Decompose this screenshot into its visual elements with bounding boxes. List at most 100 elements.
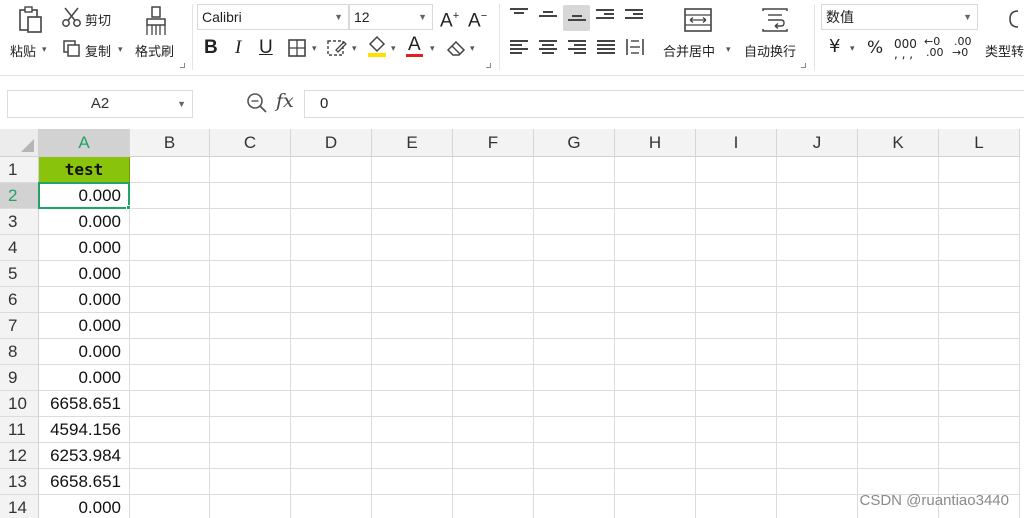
empty-cell[interactable] — [858, 183, 939, 209]
empty-cell[interactable] — [615, 157, 696, 183]
empty-cell[interactable] — [696, 443, 777, 469]
row-header[interactable]: 2 — [0, 183, 39, 209]
empty-cell[interactable] — [777, 261, 858, 287]
empty-cell[interactable] — [939, 183, 1020, 209]
column-header-d[interactable]: D — [291, 129, 372, 157]
row-header[interactable]: 10 — [0, 391, 39, 417]
empty-cell[interactable] — [858, 417, 939, 443]
align-left-icon[interactable] — [510, 40, 528, 56]
data-cell[interactable]: 4594.156 — [39, 417, 130, 443]
empty-cell[interactable] — [372, 157, 453, 183]
row-header[interactable]: 8 — [0, 339, 39, 365]
data-cell[interactable]: 0.000 — [39, 183, 130, 209]
empty-cell[interactable] — [939, 209, 1020, 235]
empty-cell[interactable] — [130, 443, 210, 469]
header-cell[interactable]: test — [39, 157, 130, 183]
empty-cell[interactable] — [615, 391, 696, 417]
data-cell[interactable]: 0.000 — [39, 261, 130, 287]
empty-cell[interactable] — [696, 235, 777, 261]
empty-cell[interactable] — [210, 183, 291, 209]
empty-cell[interactable] — [696, 313, 777, 339]
empty-cell[interactable] — [372, 209, 453, 235]
empty-cell[interactable] — [453, 365, 534, 391]
column-header-j[interactable]: J — [777, 129, 858, 157]
empty-cell[interactable] — [777, 443, 858, 469]
empty-cell[interactable] — [696, 495, 777, 518]
column-header-c[interactable]: C — [210, 129, 291, 157]
empty-cell[interactable] — [939, 157, 1020, 183]
empty-cell[interactable] — [534, 495, 615, 518]
column-header-e[interactable]: E — [372, 129, 453, 157]
bold-button[interactable]: B — [204, 37, 218, 59]
empty-cell[interactable] — [130, 183, 210, 209]
empty-cell[interactable] — [534, 365, 615, 391]
insert-function-button[interactable]: fx — [276, 90, 294, 112]
distributed-align-icon[interactable] — [625, 38, 645, 60]
empty-cell[interactable] — [453, 339, 534, 365]
empty-cell[interactable] — [453, 313, 534, 339]
empty-cell[interactable] — [130, 287, 210, 313]
empty-cell[interactable] — [858, 443, 939, 469]
clipboard-dialog-launcher[interactable] — [180, 63, 185, 68]
empty-cell[interactable] — [453, 495, 534, 518]
empty-cell[interactable] — [939, 417, 1020, 443]
empty-cell[interactable] — [534, 235, 615, 261]
empty-cell[interactable] — [372, 391, 453, 417]
empty-cell[interactable] — [291, 235, 372, 261]
data-cell[interactable]: 0.000 — [39, 287, 130, 313]
column-header-i[interactable]: I — [696, 129, 777, 157]
empty-cell[interactable] — [130, 365, 210, 391]
empty-cell[interactable] — [777, 235, 858, 261]
decrease-font-size-icon[interactable]: A− — [468, 5, 487, 32]
empty-cell[interactable] — [534, 339, 615, 365]
empty-cell[interactable] — [615, 417, 696, 443]
empty-cell[interactable] — [858, 261, 939, 287]
empty-cell[interactable] — [130, 391, 210, 417]
empty-cell[interactable] — [615, 365, 696, 391]
empty-cell[interactable] — [291, 261, 372, 287]
empty-cell[interactable] — [291, 183, 372, 209]
font-dialog-launcher[interactable] — [486, 63, 491, 68]
empty-cell[interactable] — [777, 157, 858, 183]
empty-cell[interactable] — [858, 235, 939, 261]
empty-cell[interactable] — [453, 183, 534, 209]
empty-cell[interactable] — [696, 287, 777, 313]
empty-cell[interactable] — [372, 365, 453, 391]
empty-cell[interactable] — [858, 209, 939, 235]
empty-cell[interactable] — [210, 261, 291, 287]
empty-cell[interactable] — [291, 339, 372, 365]
empty-cell[interactable] — [696, 183, 777, 209]
empty-cell[interactable] — [291, 495, 372, 518]
empty-cell[interactable] — [210, 313, 291, 339]
empty-cell[interactable] — [534, 209, 615, 235]
empty-cell[interactable] — [291, 443, 372, 469]
underline-button[interactable]: U — [259, 37, 273, 59]
data-cell[interactable]: 0.000 — [39, 339, 130, 365]
data-cell[interactable]: 0.000 — [39, 495, 130, 518]
align-center-icon[interactable] — [539, 40, 557, 56]
empty-cell[interactable] — [534, 157, 615, 183]
empty-cell[interactable] — [130, 235, 210, 261]
empty-cell[interactable] — [534, 183, 615, 209]
data-cell[interactable]: 6658.651 — [39, 391, 130, 417]
empty-cell[interactable] — [939, 287, 1020, 313]
empty-cell[interactable] — [534, 287, 615, 313]
row-header[interactable]: 6 — [0, 287, 39, 313]
empty-cell[interactable] — [130, 417, 210, 443]
empty-cell[interactable] — [130, 469, 210, 495]
row-header[interactable]: 12 — [0, 443, 39, 469]
empty-cell[interactable] — [453, 157, 534, 183]
empty-cell[interactable] — [534, 261, 615, 287]
empty-cell[interactable] — [453, 209, 534, 235]
empty-cell[interactable] — [939, 443, 1020, 469]
name-box[interactable]: A2 ▼ — [7, 90, 193, 118]
empty-cell[interactable] — [939, 235, 1020, 261]
column-header-b[interactable]: B — [130, 129, 210, 157]
empty-cell[interactable] — [291, 157, 372, 183]
empty-cell[interactable] — [210, 339, 291, 365]
empty-cell[interactable] — [534, 443, 615, 469]
empty-cell[interactable] — [939, 261, 1020, 287]
font-name-select[interactable]: Calibri ▼ — [197, 4, 349, 30]
empty-cell[interactable] — [939, 313, 1020, 339]
italic-button[interactable]: I — [235, 37, 241, 59]
